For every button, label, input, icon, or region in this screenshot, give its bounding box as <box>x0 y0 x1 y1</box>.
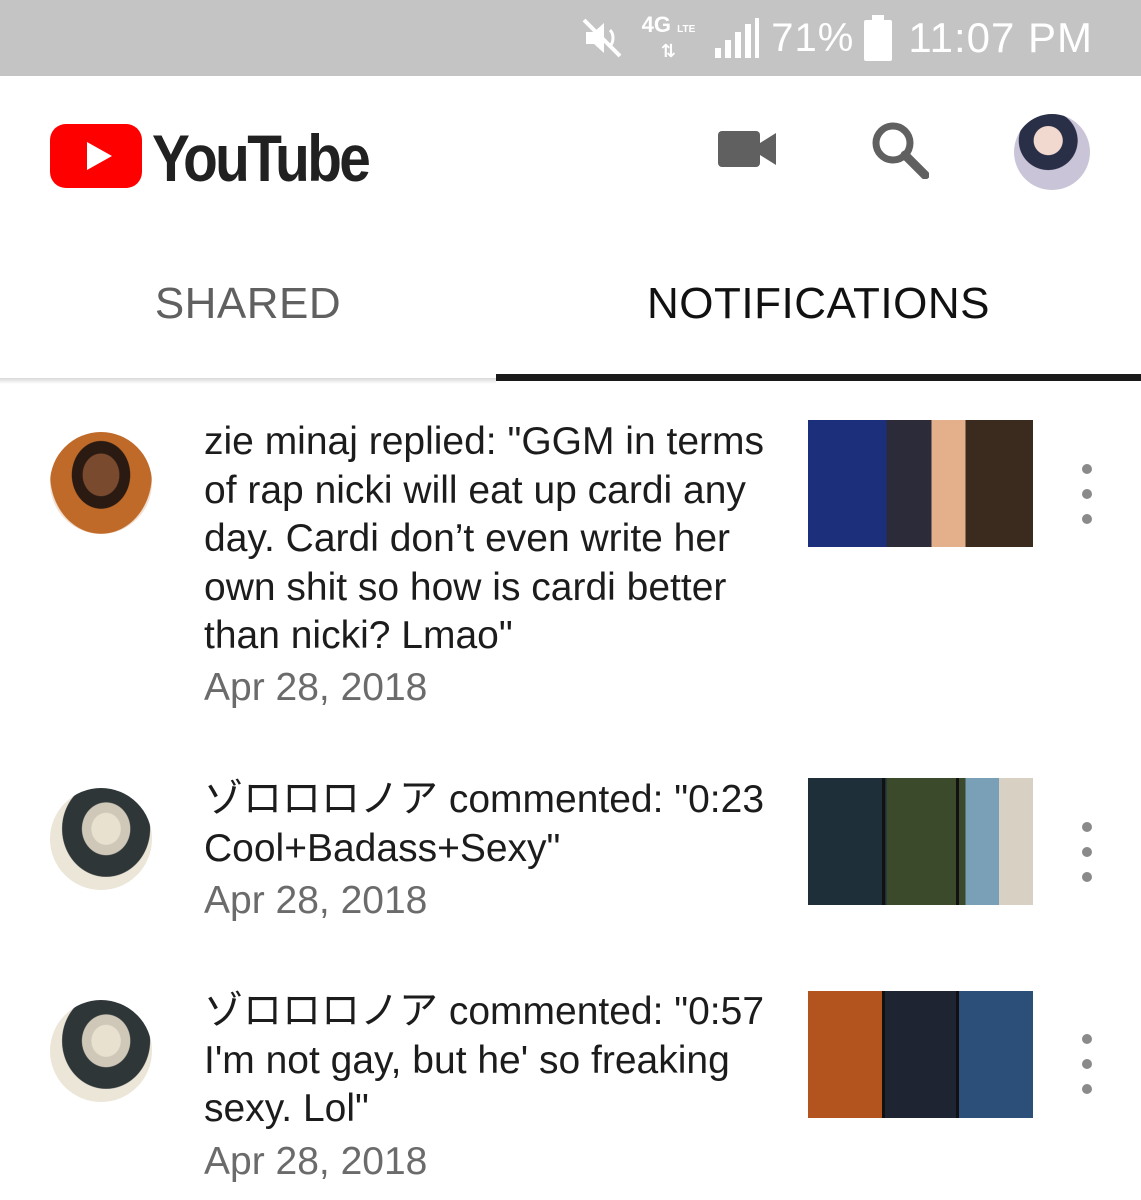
dot <box>1082 847 1092 857</box>
notification-item[interactable]: ゾロロロノア commented: "0:57 I'm not gay, but… <box>0 988 1141 1200</box>
network-4g-icon: 4G LTE ⇅ <box>641 12 696 62</box>
video-thumbnail[interactable] <box>808 778 1033 905</box>
dot <box>1082 1084 1092 1094</box>
notification-item[interactable]: zie minaj replied: "GGM in terms of rap … <box>0 418 1141 738</box>
more-options-button[interactable] <box>1068 822 1106 882</box>
thumbnail-divider <box>882 778 885 905</box>
signal-icon <box>713 16 760 60</box>
network-sub: LTE <box>677 24 696 35</box>
thumbnail-divider <box>956 991 959 1118</box>
battery-icon <box>864 15 893 61</box>
thumbnail-divider <box>956 778 959 905</box>
upload-camera-button[interactable] <box>713 116 783 186</box>
app-bar: YouTube <box>0 76 1141 226</box>
account-avatar[interactable] <box>1014 114 1090 190</box>
dot <box>1082 489 1092 499</box>
network-type: 4G <box>641 12 671 37</box>
more-options-button[interactable] <box>1068 464 1106 524</box>
video-thumbnail[interactable] <box>808 991 1033 1118</box>
notification-text: ゾロロロノア commented: "0:57 I'm not gay, but… <box>204 990 765 1130</box>
youtube-play-icon <box>50 123 142 193</box>
notification-text: ゾロロロノア commented: "0:23 Cool+Badass+Sexy… <box>204 778 765 870</box>
search-button[interactable] <box>864 116 934 186</box>
battery-percent: 71% <box>771 15 855 60</box>
active-tab-indicator <box>496 374 1141 381</box>
search-icon <box>869 119 930 184</box>
notification-date: Apr 28, 2018 <box>204 666 428 709</box>
clock: 11:07 PM <box>908 14 1093 61</box>
dot <box>1082 464 1092 474</box>
video-thumbnail[interactable] <box>808 420 1033 547</box>
tab-notifications[interactable]: NOTIFICATIONS <box>496 226 1141 381</box>
youtube-logo[interactable]: YouTube <box>50 120 404 196</box>
camera-icon <box>718 129 778 174</box>
more-options-button[interactable] <box>1068 1034 1106 1094</box>
tab-bar: SHARED NOTIFICATIONS <box>0 226 1141 381</box>
user-avatar[interactable] <box>50 788 152 890</box>
tab-shared[interactable]: SHARED <box>0 226 496 381</box>
dot <box>1082 1034 1092 1044</box>
user-avatar[interactable] <box>50 1000 152 1102</box>
thumbnail-divider <box>882 991 885 1118</box>
logo-text: YouTube <box>152 121 371 195</box>
notification-text: zie minaj replied: "GGM in terms of rap … <box>204 420 764 657</box>
notification-date: Apr 28, 2018 <box>204 879 428 922</box>
dot <box>1082 822 1092 832</box>
dot <box>1082 1059 1092 1069</box>
dot <box>1082 872 1092 882</box>
notification-item[interactable]: ゾロロロノア commented: "0:23 Cool+Badass+Sexy… <box>0 776 1141 946</box>
user-avatar[interactable] <box>50 432 152 534</box>
dot <box>1082 514 1092 524</box>
mute-icon <box>580 16 624 60</box>
status-bar: 4G LTE ⇅ 71% 11:07 PM <box>0 0 1141 76</box>
tab-divider <box>0 378 496 384</box>
notification-date: Apr 28, 2018 <box>204 1140 428 1183</box>
